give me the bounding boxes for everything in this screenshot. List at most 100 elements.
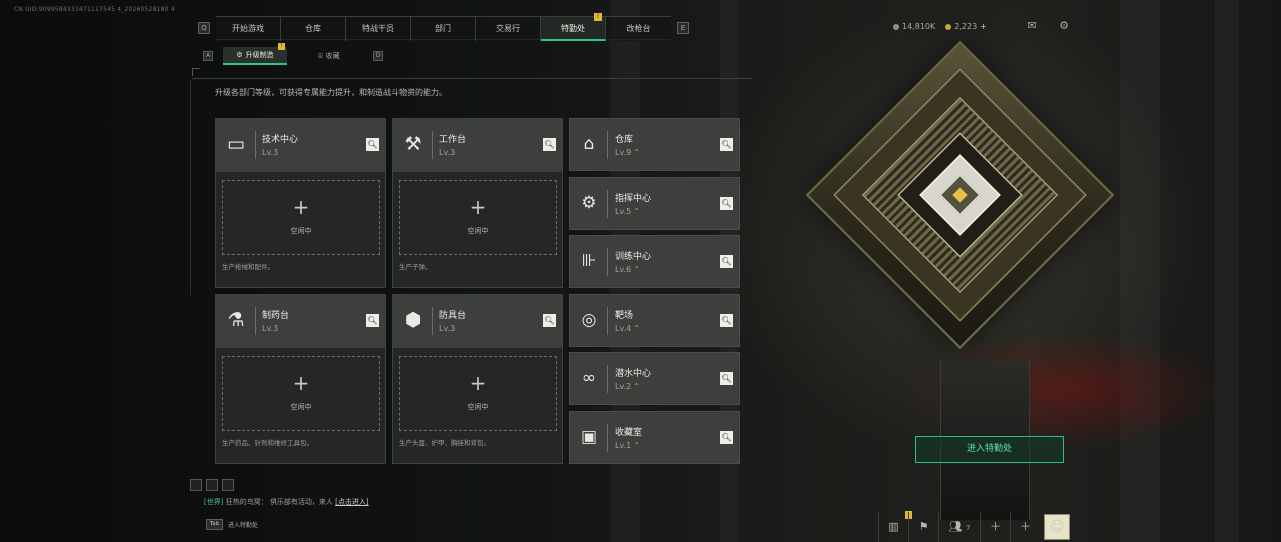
facility-level: Lv.4 xyxy=(615,324,632,333)
plus-icon: + xyxy=(292,371,310,395)
facility-row-command-center[interactable]: ⚙ 指挥中心 Lv.5 ⌃ 🔍︎ xyxy=(569,177,740,230)
magnify-icon[interactable]: 🔍︎ xyxy=(720,197,733,210)
computer-icon: ▭ xyxy=(227,133,245,155)
currency-display: 14,810K 2,223 + xyxy=(893,22,987,31)
tools-icon: ⚒ xyxy=(404,133,422,155)
subtab-upgrade-craft[interactable]: ⚙ 升级制造 ! xyxy=(223,43,287,65)
subnav-prev-key[interactable]: A xyxy=(203,51,213,61)
plus-icon: ＋ xyxy=(1020,520,1031,533)
facility-name: 靶场 xyxy=(615,311,634,321)
subtab-collection[interactable]: ⌸ 收藏 xyxy=(297,47,361,65)
avatar[interactable]: ☺ xyxy=(1044,514,1070,540)
chat-channel-button[interactable] xyxy=(222,479,234,491)
card-header[interactable]: ⬢ 防具台 Lv.3 🔍︎ xyxy=(393,295,562,348)
magnify-icon[interactable]: 🔍︎ xyxy=(366,138,379,151)
magnify-icon[interactable]: 🔍︎ xyxy=(720,431,733,444)
upgrade-arrow-icon: ⌃ xyxy=(633,441,640,450)
facility-name: 防具台 xyxy=(439,311,467,321)
divider xyxy=(190,80,191,295)
chat-sender: 狂热的鸟窝 xyxy=(225,498,261,506)
wrench-icon: ⚙ xyxy=(236,50,243,59)
flag-icon: ⚑ xyxy=(918,520,929,533)
facility-card-tech-center: ▭ 技术中心 Lv.3 🔍︎ + 空闲中 生产枪械和配件。 xyxy=(215,118,386,288)
nav-next-key[interactable]: E xyxy=(677,22,689,34)
facility-row-collection-room[interactable]: ▣ 收藏室 Lv.1 ⌃ 🔍︎ xyxy=(569,411,740,464)
production-description: 生产头盔、护甲、胸挂和背包。 xyxy=(399,439,490,447)
production-slot[interactable]: + 空闲中 xyxy=(399,356,557,431)
card-header[interactable]: ▭ 技术中心 Lv.3 🔍︎ xyxy=(216,119,385,172)
slot-status: 空闲中 xyxy=(290,403,312,411)
facility-level-row: Lv.1 ⌃ xyxy=(615,441,640,450)
add-teammate-button[interactable]: ＋ xyxy=(980,512,1010,542)
tab-special-ops-label: 特勤处 xyxy=(561,24,585,33)
magnify-icon[interactable]: 🔍︎ xyxy=(720,314,733,327)
production-slot[interactable]: + 空闲中 xyxy=(222,356,380,431)
facility-level-row: Lv.6 ⌃ xyxy=(615,265,640,274)
add-teammate-button[interactable]: ＋ xyxy=(1010,512,1040,542)
facility-row-shooting-range[interactable]: ◎ 靶场 Lv.4 ⌃ 🔍︎ xyxy=(569,294,740,347)
armor-blocks-icon: ⬢ xyxy=(404,309,422,331)
magnify-icon[interactable]: 🔍︎ xyxy=(366,314,379,327)
production-description: 生产子弹。 xyxy=(399,263,432,271)
magnify-icon[interactable]: 🔍︎ xyxy=(720,372,733,385)
production-slot[interactable]: + 空闲中 xyxy=(399,180,557,255)
friends-button[interactable]: 👥︎ 7 xyxy=(938,512,980,542)
tab-trading[interactable]: 交易行 xyxy=(476,17,541,41)
facility-row-training-center[interactable]: ⊪ 训练中心 Lv.6 ⌃ 🔍︎ xyxy=(569,235,740,288)
facility-name: 收藏室 xyxy=(615,428,643,438)
chat-message[interactable]: [世界] 狂热的鸟窝： 俱乐部有活动，来人 [点击进入] xyxy=(204,497,369,507)
upgrade-arrow-icon: ⌃ xyxy=(633,148,640,157)
facility-name: 仓库 xyxy=(615,135,634,145)
chat-controls xyxy=(190,479,234,491)
magnify-icon[interactable]: 🔍︎ xyxy=(720,255,733,268)
divider xyxy=(192,78,752,79)
add-currency-button[interactable]: + xyxy=(980,22,987,31)
tab-departments[interactable]: 部门 xyxy=(411,17,476,41)
upgrade-arrow-icon: ⌃ xyxy=(633,324,640,333)
facility-card-workbench: ⚒ 工作台 Lv.3 🔍︎ + 空闲中 生产子弹。 xyxy=(392,118,563,288)
magnify-icon[interactable]: 🔍︎ xyxy=(543,314,556,327)
tab-hint[interactable]: Tab 进入特勤处 xyxy=(206,519,258,530)
plus-icon: ＋ xyxy=(990,520,1001,533)
flag-button[interactable]: ⚑ xyxy=(908,512,938,542)
central-cube-illustration xyxy=(805,40,1115,350)
facility-name: 制药台 xyxy=(262,311,290,321)
chat-channel-button[interactable] xyxy=(190,479,202,491)
facility-level-row: Lv.9 ⌃ xyxy=(615,148,640,157)
tab-special-ops[interactable]: 特勤处! xyxy=(541,13,606,41)
production-slot[interactable]: + 空闲中 xyxy=(222,180,380,255)
plus-icon: + xyxy=(469,195,487,219)
subtab-collection-label: 收藏 xyxy=(325,51,340,60)
facility-name: 潜水中心 xyxy=(615,369,652,379)
tab-start-game[interactable]: 开始游戏 xyxy=(216,17,281,41)
facility-name: 训练中心 xyxy=(615,252,652,262)
chat-channel: [世界] xyxy=(204,498,224,506)
gear-icon[interactable]: ⚙ xyxy=(1057,20,1071,32)
subnav-next-key[interactable]: D xyxy=(373,51,383,61)
stats-button[interactable]: ▥! xyxy=(878,511,912,542)
facility-level: Lv.6 xyxy=(615,265,632,274)
magnify-icon[interactable]: 🔍︎ xyxy=(720,138,733,151)
card-header[interactable]: ⚒ 工作台 Lv.3 🔍︎ xyxy=(393,119,562,172)
enter-special-ops-button[interactable]: 进入特勤处 xyxy=(915,436,1064,463)
warehouse-icon: ⌂ xyxy=(583,134,595,154)
nav-prev-key[interactable]: Q xyxy=(198,22,210,34)
facility-row-warehouse[interactable]: ⌂ 仓库 Lv.9 ⌃ 🔍︎ xyxy=(569,118,740,171)
top-nav: Q 开始游戏 仓库 特战干员 部门 交易行 特勤处! 改枪台 E xyxy=(198,13,689,41)
tab-key: Tab xyxy=(206,519,223,530)
facility-level: Lv.5 xyxy=(615,207,632,216)
chat-join-link[interactable]: [点击进入] xyxy=(335,498,368,506)
card-header[interactable]: ⚗ 制药台 Lv.3 🔍︎ xyxy=(216,295,385,348)
tab-operators[interactable]: 特战干员 xyxy=(346,17,411,41)
facility-row-diving-center[interactable]: ∞ 潜水中心 Lv.2 ⌃ 🔍︎ xyxy=(569,352,740,405)
tab-hint-label: 进入特勤处 xyxy=(228,522,259,529)
magnify-icon[interactable]: 🔍︎ xyxy=(543,138,556,151)
chat-channel-button[interactable] xyxy=(206,479,218,491)
currency-b: 2,223 + xyxy=(945,22,987,31)
gold-coin-icon xyxy=(945,23,952,30)
mail-icon[interactable]: ✉ xyxy=(1025,20,1039,32)
tab-warehouse[interactable]: 仓库 xyxy=(281,17,346,41)
tab-gunsmith[interactable]: 改枪台 xyxy=(606,17,671,41)
slot-status: 空闲中 xyxy=(290,227,312,235)
facility-level: Lv.3 xyxy=(439,148,456,157)
